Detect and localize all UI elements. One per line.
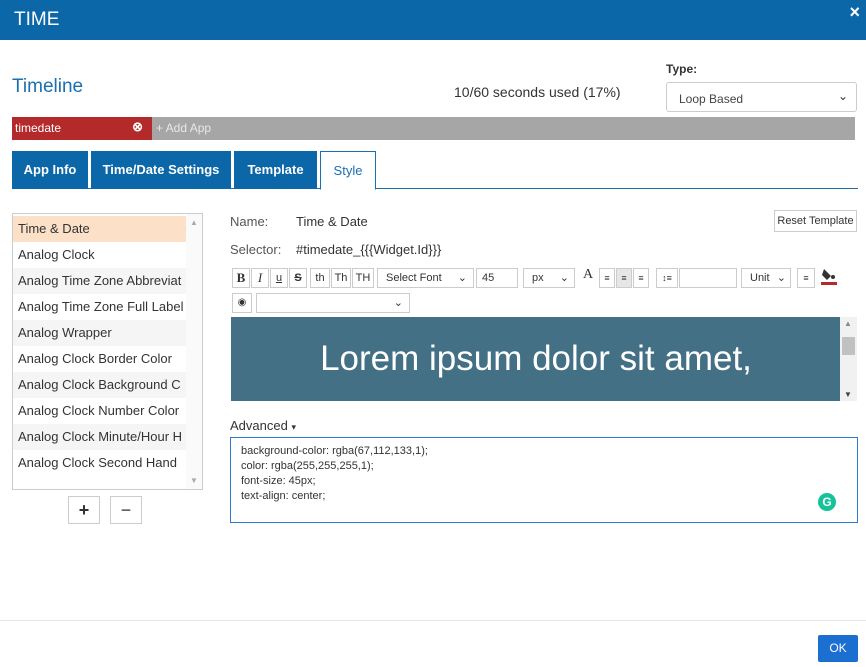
- preview-scrollbar[interactable]: ▲ ▼: [840, 317, 857, 401]
- font-color-icon[interactable]: A: [583, 267, 593, 283]
- list-item[interactable]: Time & Date: [13, 216, 188, 242]
- eye-icon[interactable]: ◉: [232, 293, 252, 313]
- seconds-used: 10/60 seconds used (17%): [454, 84, 621, 100]
- text-wrap-icon[interactable]: ≡: [797, 268, 815, 288]
- style-list[interactable]: Time & Date Analog Clock Analog Time Zon…: [12, 213, 203, 490]
- type-select[interactable]: Loop Based ⌄: [666, 82, 857, 112]
- app-tag[interactable]: timedate ⊗: [12, 117, 152, 140]
- footer-divider: [0, 620, 866, 621]
- tab-bar: App Info Time/Date Settings Template Sty…: [12, 151, 858, 190]
- list-item[interactable]: Analog Clock: [13, 242, 188, 268]
- list-item[interactable]: Analog Time Zone Abbreviat: [13, 268, 188, 294]
- name-label: Name:: [230, 214, 269, 229]
- uppercase-button[interactable]: TH: [352, 268, 374, 288]
- selector-label: Selector:: [230, 242, 282, 257]
- chevron-down-icon: ⌄: [559, 272, 569, 284]
- dialog-header: TIME ×: [0, 0, 866, 40]
- app-tag-label: timedate: [15, 121, 62, 135]
- advanced-toggle[interactable]: Advanced ▾: [230, 418, 296, 433]
- list-item[interactable]: Analog Clock Background C: [13, 372, 188, 398]
- name-value: Time & Date: [296, 214, 368, 229]
- font-unit-value: px: [532, 272, 544, 284]
- close-icon[interactable]: ×: [849, 2, 860, 23]
- css-line: background-color: rgba(67,112,133,1);: [241, 445, 428, 457]
- chevron-down-icon: ⌄: [837, 89, 848, 103]
- bold-button[interactable]: B: [232, 268, 250, 288]
- advanced-label: Advanced: [230, 418, 288, 433]
- scroll-up-icon[interactable]: ▲: [190, 218, 198, 227]
- scroll-down-icon[interactable]: ▼: [190, 476, 198, 485]
- capitalize-button[interactable]: Th: [331, 268, 351, 288]
- preview-text: Lorem ipsum dolor sit amet,: [320, 339, 752, 378]
- remove-app-icon[interactable]: ⊗: [132, 119, 143, 135]
- timeline-title: Timeline: [12, 76, 84, 97]
- align-left-icon[interactable]: ≡: [599, 268, 615, 288]
- list-scrollbar[interactable]: ▲ ▼: [186, 214, 202, 489]
- list-item[interactable]: Analog Clock Number Color: [13, 398, 188, 424]
- line-height-icon[interactable]: ↕≡: [656, 268, 678, 288]
- css-line: text-align: center;: [241, 490, 326, 502]
- tab-app-info[interactable]: App Info: [12, 151, 88, 189]
- font-select[interactable]: Select Font ⌄: [377, 268, 474, 288]
- css-line: color: rgba(255,255,255,1);: [241, 460, 374, 472]
- font-size-input[interactable]: 45: [476, 268, 518, 288]
- list-item[interactable]: Analog Clock Minute/Hour H: [13, 424, 188, 450]
- line-height-unit-select[interactable]: Unit ⌄: [741, 268, 791, 288]
- tab-template[interactable]: Template: [234, 151, 317, 189]
- line-height-input[interactable]: [679, 268, 737, 288]
- list-item[interactable]: Analog Time Zone Full Label: [13, 294, 188, 320]
- underline-button[interactable]: u: [270, 268, 288, 288]
- list-item[interactable]: Analog Clock Border Color: [13, 346, 188, 372]
- lowercase-button[interactable]: th: [310, 268, 330, 288]
- list-item[interactable]: Analog Clock Second Hand: [13, 450, 188, 476]
- align-center-icon[interactable]: ≡: [616, 268, 632, 288]
- line-height-unit-value: Unit: [750, 272, 770, 284]
- add-app-button[interactable]: + Add App: [156, 121, 211, 135]
- app-bar: timedate ⊗ + Add App: [12, 117, 855, 140]
- css-line: font-size: 45px;: [241, 475, 316, 487]
- chevron-down-icon: ⌄: [776, 272, 786, 284]
- remove-item-button[interactable]: −: [110, 496, 142, 524]
- scroll-down-icon[interactable]: ▼: [844, 390, 852, 399]
- type-label: Type:: [666, 62, 698, 76]
- scroll-thumb[interactable]: [842, 337, 855, 355]
- style-preview: Lorem ipsum dolor sit amet, ▲ ▼: [231, 317, 857, 401]
- selector-value: #timedate_{{{Widget.Id}}}: [296, 242, 442, 257]
- reset-template-button[interactable]: Reset Template: [774, 210, 857, 232]
- font-unit-select[interactable]: px ⌄: [523, 268, 575, 288]
- tab-style[interactable]: Style: [320, 151, 376, 190]
- align-right-icon[interactable]: ≡: [633, 268, 649, 288]
- font-select-value: Select Font: [386, 272, 442, 284]
- paint-bucket-icon[interactable]: [820, 266, 838, 286]
- caret-down-icon: ▾: [291, 422, 296, 432]
- strikethrough-button[interactable]: S: [289, 268, 307, 288]
- chevron-down-icon: ⌄: [457, 272, 467, 284]
- advanced-css-textarea[interactable]: background-color: rgba(67,112,133,1); co…: [230, 437, 858, 523]
- add-item-button[interactable]: +: [68, 496, 100, 524]
- ok-button[interactable]: OK: [818, 635, 858, 662]
- grammarly-icon[interactable]: G: [818, 493, 836, 511]
- dialog-title: TIME: [14, 9, 60, 30]
- italic-button[interactable]: I: [251, 268, 269, 288]
- type-selected-value: Loop Based: [679, 92, 744, 106]
- chevron-down-icon: ⌄: [393, 297, 403, 309]
- tab-time-date-settings[interactable]: Time/Date Settings: [91, 151, 231, 189]
- preset-select[interactable]: ⌄: [256, 293, 410, 313]
- scroll-up-icon[interactable]: ▲: [844, 319, 852, 328]
- list-item[interactable]: Analog Wrapper: [13, 320, 188, 346]
